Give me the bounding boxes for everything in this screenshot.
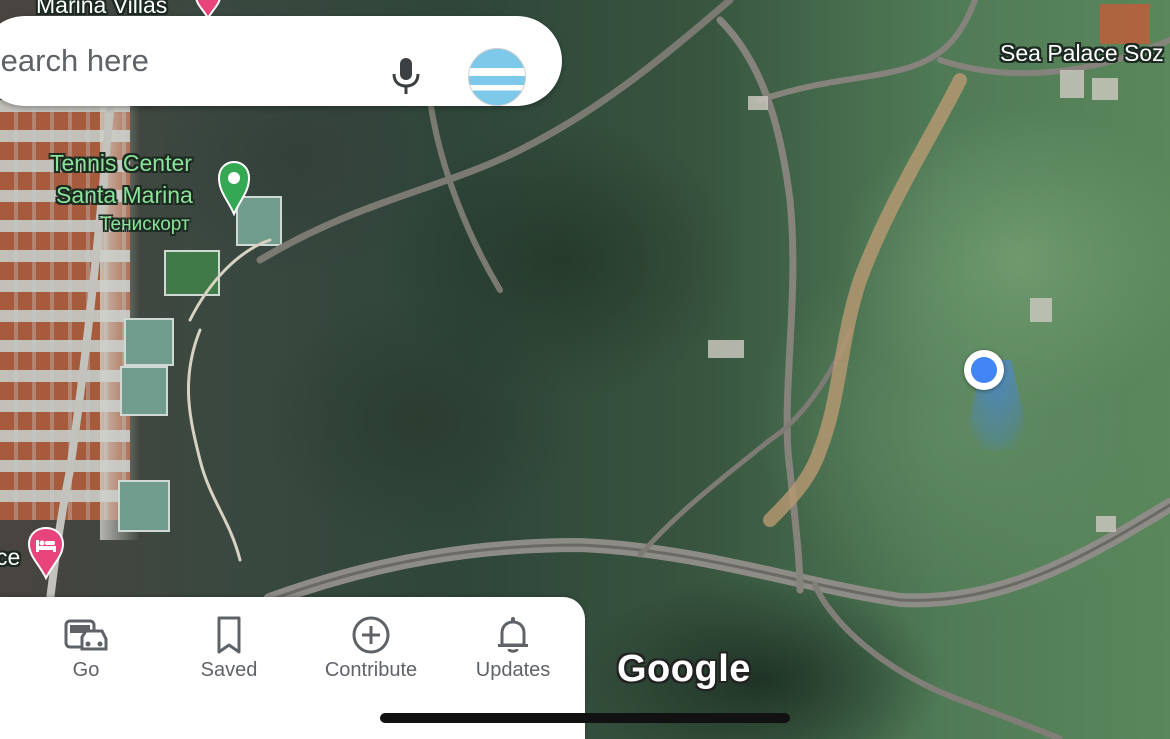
profile-avatar[interactable]: [468, 48, 526, 106]
nav-go[interactable]: Go: [15, 597, 157, 697]
nav-saved[interactable]: Saved: [158, 597, 300, 697]
nav-contribute[interactable]: Contribute: [300, 597, 442, 697]
building: [1030, 298, 1052, 322]
green-tennis-pin[interactable]: [217, 160, 251, 216]
place-label-tennis-line1[interactable]: Tennis Center: [50, 150, 192, 176]
place-label-tennis-local[interactable]: Тенискорт: [100, 212, 190, 238]
building: [1092, 78, 1118, 100]
place-label-sea-palace[interactable]: Sea Palace Soz: [1000, 40, 1164, 66]
track: [427, 97, 503, 293]
main-road: [263, 498, 1170, 608]
bell-icon: [498, 617, 528, 653]
building: [1096, 516, 1116, 532]
nav-updates-label: Updates: [475, 659, 551, 681]
place-label-hotel-partial[interactable]: ce: [0, 544, 20, 570]
add-circle-icon: [352, 616, 390, 654]
nav-go-label: Go: [72, 659, 100, 681]
building: [748, 96, 768, 110]
home-indicator[interactable]: [380, 713, 790, 723]
current-location-dot[interactable]: [964, 350, 1004, 390]
bookmark-icon: [217, 616, 241, 654]
nav-contribute-label: Contribute: [324, 659, 418, 681]
place-label-tennis-line2[interactable]: Santa Marina: [56, 182, 193, 208]
track: [812, 582, 1063, 739]
park-path: [186, 238, 272, 562]
search-bar[interactable]: Search here: [0, 16, 562, 106]
nav-updates[interactable]: Updates: [442, 597, 584, 697]
building-roof: [1100, 4, 1150, 44]
dirt-path: [763, 73, 967, 527]
building: [1060, 70, 1084, 98]
google-logo: Google: [617, 648, 751, 690]
microphone-icon[interactable]: [386, 56, 426, 96]
nav-saved-label: Saved: [200, 659, 258, 681]
pink-hotel-pin[interactable]: [26, 526, 66, 580]
track: [757, 0, 978, 103]
main-road-line: [268, 503, 1170, 602]
car-transit-icon: [64, 619, 108, 651]
building: [708, 340, 744, 358]
search-input[interactable]: Search here: [0, 16, 149, 106]
